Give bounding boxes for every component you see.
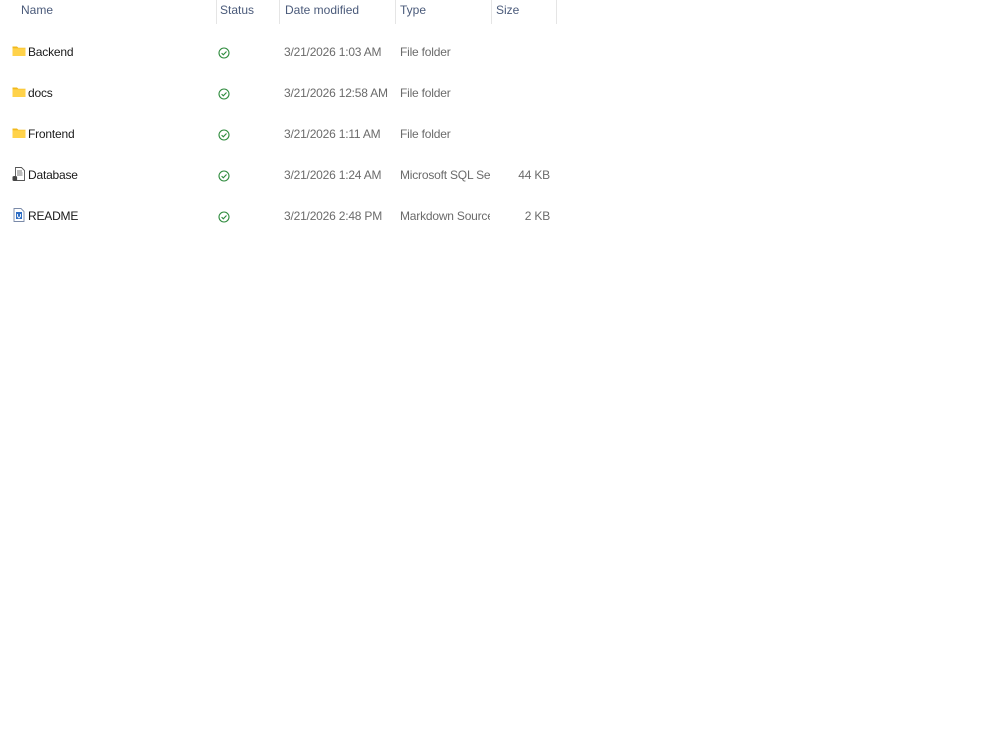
file-size: 2 KB (524, 209, 550, 223)
file-date-modified: 3/21/2026 12:58 AM (284, 86, 388, 100)
file-name: Backend (28, 45, 74, 59)
column-header-row: Name Status Date modified Type Size (0, 0, 560, 24)
file-type: File folder (400, 127, 451, 141)
file-size (495, 73, 550, 113)
sync-status-check-icon (218, 128, 230, 141)
markdown-file-icon (12, 208, 26, 222)
file-row[interactable]: Backend 3/21/2026 1:03 AM File folder (0, 32, 560, 72)
file-name: README (28, 209, 79, 223)
column-header-size[interactable]: Size (491, 0, 556, 24)
file-name: Frontend (28, 127, 75, 141)
file-row[interactable]: Frontend 3/21/2026 1:11 AM File folder (0, 114, 560, 154)
column-header-date-modified[interactable]: Date modified (280, 0, 395, 24)
file-row[interactable]: README 3/21/2026 2:48 PM Markdown Source .… (0, 196, 560, 236)
file-type: File folder (400, 45, 451, 59)
column-divider[interactable] (556, 0, 557, 24)
folder-icon (12, 44, 26, 58)
file-list-view: Name Status Date modified Type Size Back… (0, 0, 1000, 750)
sync-status-check-icon (218, 46, 230, 59)
sql-file-icon (12, 167, 26, 181)
folder-icon (12, 126, 26, 140)
file-type: File folder (400, 86, 451, 100)
file-type: Microsoft SQL Ser... (400, 168, 490, 182)
file-size: 44 KB (518, 168, 550, 182)
file-name: Database (28, 168, 78, 182)
file-row[interactable]: docs 3/21/2026 12:58 AM File folder (0, 73, 560, 113)
file-name: docs (28, 86, 53, 100)
column-header-name[interactable]: Name (16, 0, 216, 24)
file-type: Markdown Source ... (400, 209, 490, 223)
file-size (495, 114, 550, 154)
file-date-modified: 3/21/2026 1:11 AM (284, 127, 381, 141)
file-size (495, 32, 550, 72)
sync-status-check-icon (218, 210, 230, 223)
file-date-modified: 3/21/2026 2:48 PM (284, 209, 383, 223)
sync-status-check-icon (218, 87, 230, 100)
folder-icon (12, 85, 26, 99)
sync-status-check-icon (218, 169, 230, 182)
file-date-modified: 3/21/2026 1:24 AM (284, 168, 382, 182)
file-date-modified: 3/21/2026 1:03 AM (284, 45, 382, 59)
file-row[interactable]: Database 3/21/2026 1:24 AM Microsoft SQL S… (0, 155, 560, 195)
column-header-type[interactable]: Type (395, 0, 491, 24)
column-header-status[interactable]: Status (215, 0, 279, 24)
